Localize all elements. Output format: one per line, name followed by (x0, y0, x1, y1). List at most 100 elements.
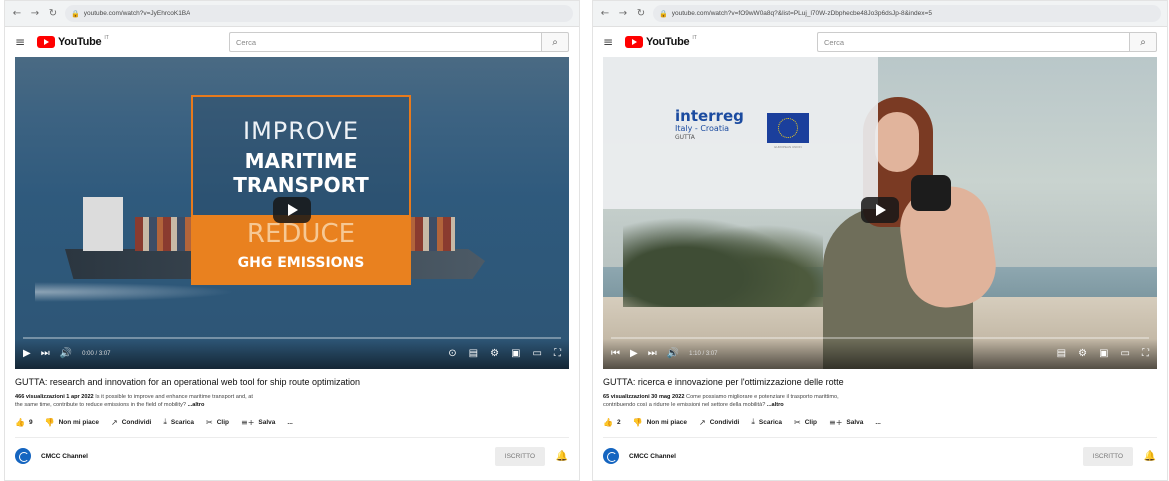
save-button[interactable]: ≡+ Salva (241, 418, 275, 427)
miniplayer-icon[interactable]: ▣ (511, 348, 520, 360)
thumbs-down-icon: 👎 (44, 417, 55, 427)
video-player[interactable]: IMPROVE MARITIME TRANSPORT REDUCE GHG EM… (15, 57, 569, 369)
player-controls: ▶ ⏭ 🔊 0:00 / 3:07 ⊙ ▤ ⚙ ▣ ▭ ⛶ (15, 339, 569, 369)
big-play-button[interactable] (861, 197, 899, 223)
share-icon: ↗ (699, 417, 706, 427)
browser-window-2: ← → ↻ 🔒 youtube.com/watch?v=fO9wW0a8q?&l… (592, 0, 1168, 481)
video-title: GUTTA: ricerca e innovazione per l'ottim… (603, 377, 844, 387)
theater-mode-icon[interactable]: ▭ (533, 348, 542, 360)
next-icon[interactable]: ⏭ (648, 348, 657, 360)
play-icon[interactable]: ▶ (23, 348, 31, 360)
channel-name[interactable]: CMCC Channel (41, 453, 88, 460)
menu-icon[interactable]: ≡ (603, 35, 615, 49)
subscribed-button[interactable]: ISCRITTO (1082, 446, 1133, 466)
download-icon: ⤓ (163, 417, 167, 426)
action-bar: 👍 2 👎 Non mi piace ↗ Condividi ⤓ Scarica ✂ Cl… (603, 417, 1157, 427)
clip-button[interactable]: ✂ Clip (206, 418, 229, 427)
volume-icon[interactable]: 🔊 (60, 348, 72, 360)
download-button[interactable]: ⤓ Scarica (751, 417, 782, 427)
dislike-button[interactable]: 👎 Non mi piace (45, 418, 99, 427)
browser-toolbar: ← → ↻ 🔒 youtube.com/watch?v=fO9wW0a8q?&l… (593, 1, 1167, 27)
video-title: GUTTA: research and innovation for an op… (15, 377, 361, 387)
download-icon: ⤓ (751, 417, 755, 426)
fullscreen-icon[interactable]: ⛶ (1142, 348, 1149, 360)
download-label: Scarica (170, 418, 195, 426)
address-bar[interactable]: 🔒 youtube.com/watch?v=fO9wW0a8q?&list=PL… (653, 5, 1161, 22)
big-play-button[interactable] (273, 197, 311, 223)
more-actions-label: ... (287, 418, 293, 426)
subscribed-button[interactable]: ISCRITTO (494, 446, 545, 466)
search-icon: ⌕ (1140, 36, 1146, 48)
url-text: youtube.com/watch?v=JyEhrcoK1BA (83, 10, 191, 17)
volume-icon[interactable]: 🔊 (667, 348, 679, 360)
youtube-header: ≡ YouTube IT Cerca ⌕ (5, 27, 579, 57)
video-player[interactable]: interreg Italy - Croatia GUTTA EUROPEAN … (603, 57, 1157, 369)
channel-name[interactable]: CMCC Channel (629, 453, 676, 460)
more-actions-button[interactable]: ... (287, 419, 292, 426)
overlay-reduce: REDUCE (246, 219, 356, 249)
show-more-link[interactable]: ...altro (188, 402, 205, 408)
save-button[interactable]: ≡+ Salva (829, 418, 863, 427)
video-description[interactable]: 466 visualizzazioni 1 apr 2022 Is it pos… (15, 393, 569, 411)
settings-icon[interactable]: ⚙ (490, 348, 499, 360)
theater-mode-icon[interactable]: ▭ (1121, 348, 1130, 360)
trees-image (623, 207, 823, 307)
download-button[interactable]: ⤓ Scarica (163, 417, 194, 427)
search-box: Cerca ⌕ (817, 32, 1157, 52)
previous-icon[interactable]: ⏮ (611, 348, 620, 360)
forward-icon[interactable]: → (617, 8, 629, 20)
subtitles-icon[interactable]: ▤ (1057, 348, 1066, 360)
channel-row: CMCC Channel ISCRITTO 🔔 (603, 444, 1157, 468)
share-button[interactable]: ↗ Condividi (699, 418, 739, 427)
menu-icon[interactable]: ≡ (15, 35, 27, 49)
dislike-button[interactable]: 👎 Non mi piace (633, 418, 687, 427)
action-bar: 👍 9 👎 Non mi piace ↗ Condividi ⤓ Scarica ✂ Cl… (15, 417, 569, 427)
youtube-header: ≡ YouTube IT Cerca ⌕ (593, 27, 1167, 57)
search-input[interactable]: Cerca (817, 32, 1129, 52)
search-button[interactable]: ⌕ (1129, 32, 1157, 52)
clip-button[interactable]: ✂ Clip (794, 418, 817, 427)
thumbs-up-icon: 👍 (15, 417, 25, 427)
next-icon[interactable]: ⏭ (41, 348, 50, 360)
description-line-1: Is it possible to improve and enhance ma… (95, 394, 253, 400)
channel-avatar[interactable] (603, 448, 619, 464)
play-icon[interactable]: ▶ (630, 348, 638, 360)
bell-icon[interactable]: 🔔 (555, 451, 569, 462)
search-button[interactable]: ⌕ (541, 32, 569, 52)
more-actions-button[interactable]: ... (875, 419, 880, 426)
back-icon[interactable]: ← (599, 8, 611, 20)
divider (15, 437, 569, 438)
time-display: 1:10 / 3:07 (689, 351, 718, 357)
address-bar[interactable]: 🔒 youtube.com/watch?v=JyEhrcoK1BA (65, 5, 573, 22)
youtube-logo[interactable]: YouTube IT (37, 35, 109, 48)
divider (603, 437, 1157, 438)
subtitles-icon[interactable]: ▤ (469, 348, 478, 360)
share-button[interactable]: ↗ Condividi (111, 418, 151, 427)
eu-caption: EUROPEAN UNION (774, 145, 802, 149)
share-label: Condividi (709, 418, 740, 426)
woman-face-image (875, 112, 919, 172)
autoplay-toggle-icon[interactable]: ⊙ (448, 348, 456, 360)
overlay-improve: IMPROVE (243, 117, 359, 145)
show-more-link[interactable]: ...altro (767, 402, 784, 408)
like-button[interactable]: 👍 2 (603, 418, 621, 427)
settings-icon[interactable]: ⚙ (1078, 348, 1087, 360)
search-input[interactable]: Cerca (229, 32, 541, 52)
reload-icon[interactable]: ↻ (47, 8, 59, 20)
youtube-logo[interactable]: YouTube IT (625, 35, 697, 48)
more-actions-label: ... (875, 418, 881, 426)
reload-icon[interactable]: ↻ (635, 8, 647, 20)
like-button[interactable]: 👍 9 (15, 418, 33, 427)
clip-label: Clip (216, 418, 230, 426)
overlay-maritime: MARITIME (244, 149, 358, 173)
bell-icon[interactable]: 🔔 (1143, 451, 1157, 462)
fullscreen-icon[interactable]: ⛶ (554, 348, 561, 360)
video-description[interactable]: 65 visualizzazioni 30 mag 2022 Come poss… (603, 393, 1157, 411)
logo-country: IT (692, 35, 697, 41)
binoculars-image (911, 175, 951, 211)
channel-avatar[interactable] (15, 448, 31, 464)
views-date: 65 visualizzazioni 30 mag 2022 (603, 394, 685, 400)
back-icon[interactable]: ← (11, 8, 23, 20)
miniplayer-icon[interactable]: ▣ (1099, 348, 1108, 360)
forward-icon[interactable]: → (29, 8, 41, 20)
